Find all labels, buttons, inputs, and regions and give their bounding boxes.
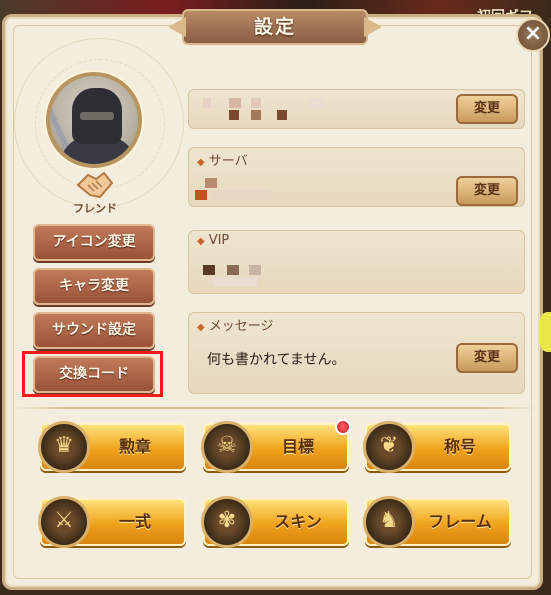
- medal-button[interactable]: ♛ 勲章: [38, 421, 186, 473]
- section-divider: [14, 407, 536, 409]
- server-label: サーバ: [208, 154, 248, 169]
- change-icon-button[interactable]: アイコン変更: [33, 224, 155, 261]
- message-label: メッセージ: [208, 319, 274, 334]
- change-server-button[interactable]: 変更: [456, 176, 518, 206]
- dialog-title: 設定: [182, 9, 368, 45]
- target-button[interactable]: ☠ 目標: [201, 419, 351, 473]
- redacted-pixel: [205, 178, 217, 188]
- side-tab-handle[interactable]: [540, 312, 551, 352]
- vip-label: VIP: [208, 233, 230, 248]
- skin-button[interactable]: ✾ スキン: [201, 496, 349, 548]
- change-character-button[interactable]: キャラ変更: [33, 268, 155, 305]
- change-name-button[interactable]: 変更: [456, 94, 518, 124]
- redacted-pixel: [203, 98, 211, 108]
- notification-badge: [335, 419, 351, 435]
- redacted-pixel: [251, 98, 261, 108]
- redacted-pixel: [229, 98, 241, 108]
- set-button-label: 一式: [118, 512, 151, 531]
- title-button[interactable]: ❦ 称号: [363, 421, 511, 473]
- skin-button-label: スキン: [274, 512, 322, 531]
- set-button[interactable]: ⚔ 一式: [38, 496, 186, 548]
- diamond-bullet-icon: ◆: [197, 322, 205, 333]
- redacted-pixel: [203, 265, 215, 275]
- title-icon: ❦: [363, 421, 415, 473]
- title-button-label: 称号: [443, 437, 476, 456]
- player-avatar[interactable]: [46, 72, 142, 168]
- sound-settings-button[interactable]: サウンド設定: [33, 312, 155, 349]
- redacted-pixel: [309, 98, 323, 108]
- message-field: ◆ メッセージ 何も書かれてません。 変更: [188, 312, 525, 394]
- redacted-pixel: [213, 277, 257, 287]
- diamond-bullet-icon: ◆: [197, 236, 205, 247]
- frame-button[interactable]: ♞ フレーム: [363, 496, 511, 548]
- message-text: 何も書かれてません。: [207, 352, 346, 368]
- friend-label: フレンド: [73, 202, 117, 215]
- handshake-icon[interactable]: [74, 167, 116, 201]
- diamond-bullet-icon: ◆: [197, 157, 205, 168]
- redacted-pixel: [277, 110, 287, 120]
- redacted-pixel: [251, 110, 261, 120]
- redacted-pixel: [229, 110, 239, 120]
- medal-button-label: 勲章: [118, 437, 151, 456]
- set-icon: ⚔: [38, 496, 90, 548]
- server-field: ◆ サーバ 変更: [188, 147, 525, 207]
- redacted-pixel: [195, 190, 207, 200]
- highlight-annotation: [22, 351, 163, 397]
- skin-icon: ✾: [201, 496, 253, 548]
- redacted-pixel: [249, 265, 261, 275]
- frame-icon: ♞: [363, 496, 415, 548]
- medal-icon: ♛: [38, 421, 90, 473]
- change-message-button[interactable]: 変更: [456, 343, 518, 373]
- target-button-label: 目標: [281, 437, 314, 456]
- vip-label-wrap: ◆ VIP: [197, 233, 229, 248]
- message-label-wrap: ◆ メッセージ: [197, 315, 273, 334]
- target-icon: ☠: [201, 421, 253, 473]
- avatar-visor: [80, 112, 114, 120]
- frame-button-label: フレーム: [428, 512, 492, 531]
- close-button[interactable]: ×: [516, 18, 550, 52]
- redacted-pixel: [227, 265, 239, 275]
- redacted-pixel: [211, 190, 271, 200]
- server-label-wrap: ◆ サーバ: [197, 150, 248, 169]
- vip-field: ◆ VIP: [188, 230, 525, 294]
- player-name-field: 変更: [188, 89, 525, 129]
